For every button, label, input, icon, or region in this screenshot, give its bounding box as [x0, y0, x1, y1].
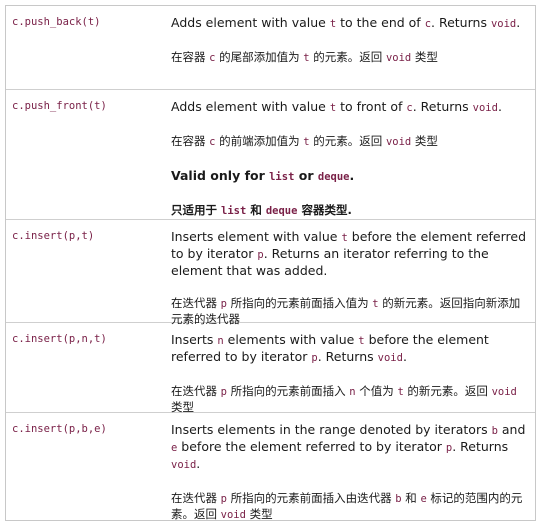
text: Adds element with value — [171, 99, 330, 114]
text: 的元素。返回 — [309, 50, 386, 64]
text: Adds element with value — [171, 15, 330, 30]
text: and — [497, 422, 526, 437]
text: before the element referred to by iterat… — [177, 439, 446, 454]
text: 所指向的元素前面插入值为 — [226, 296, 373, 310]
table-row: c.insert(p,b,e) Inserts elements in the … — [6, 412, 535, 520]
text: 所指向的元素前面插入 — [226, 384, 350, 398]
description-zh: 在迭代器 p 所指向的元素前面插入 n 个值为 t 的新元素。返回 void 类… — [171, 384, 527, 415]
code-text: void — [385, 52, 412, 64]
text: . Returns — [452, 439, 509, 454]
text: 所指向的元素前面插入由迭代器 — [226, 491, 396, 505]
text: 只适用于 — [171, 203, 222, 217]
operation-code: c.insert(p,t) — [12, 230, 95, 242]
description-en: Inserts element with value t before the … — [171, 229, 527, 278]
text: 在容器 — [171, 50, 210, 64]
operation-code: c.insert(p,n,t) — [12, 333, 107, 345]
text: . — [497, 99, 502, 114]
text: . Returns — [317, 349, 378, 364]
text: . — [196, 456, 201, 471]
description-en: Inserts n elements with value t before t… — [171, 332, 527, 366]
text: 类型 — [171, 400, 194, 414]
code-text: list — [269, 171, 295, 183]
code-text: void — [171, 459, 197, 471]
description-en: Adds element with value t to front of c.… — [171, 99, 527, 116]
text: 在迭代器 — [171, 296, 221, 310]
text: 容器类型. — [297, 203, 352, 217]
text: 在迭代器 — [171, 384, 221, 398]
text: . — [402, 349, 407, 364]
text: 类型 — [411, 50, 438, 64]
text: 在迭代器 — [171, 491, 221, 505]
operation-code: c.insert(p,b,e) — [12, 423, 107, 435]
text: 的新元素。返回 — [403, 384, 492, 398]
text: 在容器 — [171, 134, 210, 148]
text: . Returns — [412, 99, 473, 114]
text: Inserts elements in the range denoted by… — [171, 422, 492, 437]
description-en: Adds element with value t to the end of … — [171, 15, 527, 32]
operations-table: c.push_back(t) Adds element with value t… — [5, 5, 536, 521]
description-zh: 在容器 c 的前端添加值为 t 的元素。返回 void 类型 — [171, 134, 527, 150]
text: . — [516, 15, 521, 30]
table-row: c.insert(p,t) Inserts element with value… — [6, 219, 535, 326]
text: 的尾部添加值为 — [215, 50, 304, 64]
table-row: c.insert(p,n,t) Inserts n elements with … — [6, 322, 535, 415]
code-text: void — [491, 386, 517, 398]
operation-description: Inserts elements in the range denoted by… — [165, 413, 535, 520]
operation-code: c.push_front(t) — [12, 100, 107, 112]
operation-description: Inserts n elements with value t before t… — [165, 323, 535, 415]
text: 个值为 — [355, 384, 398, 398]
code-text: void — [220, 509, 246, 521]
text: . — [349, 168, 355, 183]
note-zh: 只适用于 list 和 deque 容器类型. — [171, 203, 527, 219]
description-zh: 在迭代器 p 所指向的元素前面插入由迭代器 b 和 e 标记的范围内的元素。返回… — [171, 491, 527, 521]
text: Inserts — [171, 332, 218, 347]
code-text: void — [490, 18, 517, 30]
description-en: Inserts elements in the range denoted by… — [171, 422, 527, 473]
text: 和 — [401, 491, 421, 505]
text: or — [294, 168, 318, 183]
note-en: Valid only for list or deque. — [171, 168, 527, 185]
code-text: deque — [317, 171, 350, 183]
operation-description: Adds element with value t to the end of … — [165, 6, 535, 89]
text: 类型 — [411, 134, 438, 148]
description-zh: 在容器 c 的尾部添加值为 t 的元素。返回 void 类型 — [171, 50, 527, 66]
text: to front of — [336, 99, 407, 114]
text: 的前端添加值为 — [215, 134, 304, 148]
operation-code: c.push_back(t) — [12, 16, 101, 28]
text: . Returns — [431, 15, 491, 30]
text: 类型 — [245, 507, 273, 521]
text: Inserts element with value — [171, 229, 342, 244]
text: to the end of — [336, 15, 425, 30]
operation-description: Inserts element with value t before the … — [165, 220, 535, 326]
code-text: list — [221, 205, 247, 217]
code-text: void — [385, 136, 412, 148]
text: Valid only for — [171, 168, 270, 183]
text: 和 — [246, 203, 266, 217]
operation-description: Adds element with value t to front of c.… — [165, 90, 535, 219]
text: 的元素。返回 — [309, 134, 386, 148]
table-row: c.push_front(t) Adds element with value … — [6, 89, 535, 219]
code-text: deque — [265, 205, 298, 217]
code-text: void — [377, 352, 403, 364]
text: elements with value — [223, 332, 359, 347]
table-row: c.push_back(t) Adds element with value t… — [6, 6, 535, 89]
code-text: void — [472, 102, 498, 114]
